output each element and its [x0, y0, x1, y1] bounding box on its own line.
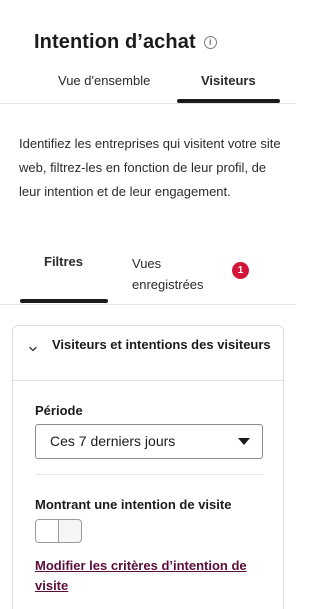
page-title: Intention d’achat [34, 31, 196, 53]
caret-down-icon [238, 438, 250, 445]
period-select-value: Ces 7 derniers jours [50, 433, 176, 449]
divider [35, 474, 263, 475]
title-row: Intention d’achat i [34, 31, 217, 54]
modify-intent-criteria-link[interactable]: Modifier les critères d’intention de vis… [35, 556, 265, 596]
period-select[interactable]: Ces 7 derniers jours [35, 424, 263, 459]
tab-filters[interactable]: Filtres [44, 254, 83, 269]
tab-visitors[interactable]: Visiteurs [201, 73, 256, 88]
filter-panel: Visiteurs et intentions des visiteurs Pé… [12, 325, 284, 609]
active-tab-indicator [177, 99, 280, 103]
filter-panel-header[interactable]: Visiteurs et intentions des visiteurs [13, 326, 283, 381]
intent-toggle[interactable] [35, 519, 82, 543]
period-label: Période [35, 403, 83, 418]
toggle-knob [36, 520, 59, 542]
top-tab-bar: Vue d'ensemble Visiteurs [0, 70, 296, 104]
chevron-down-icon[interactable] [29, 345, 37, 353]
saved-views-count-badge: 1 [232, 262, 249, 279]
info-icon[interactable]: i [203, 36, 217, 49]
page-header: Intention d’achat i Vue d'ensemble Visit… [0, 0, 296, 104]
tab-saved-views[interactable]: Vues enregistrées [132, 253, 222, 295]
tab-overview[interactable]: Vue d'ensemble [58, 73, 150, 88]
sub-tab-bar: Filtres Vues enregistrées 1 [0, 245, 296, 305]
intent-label: Montrant une intention de visite [35, 497, 232, 512]
filter-panel-title: Visiteurs et intentions des visiteurs [52, 337, 271, 352]
page-description: Identifiez les entreprises qui visitent … [19, 136, 281, 199]
active-subtab-indicator [20, 299, 108, 303]
